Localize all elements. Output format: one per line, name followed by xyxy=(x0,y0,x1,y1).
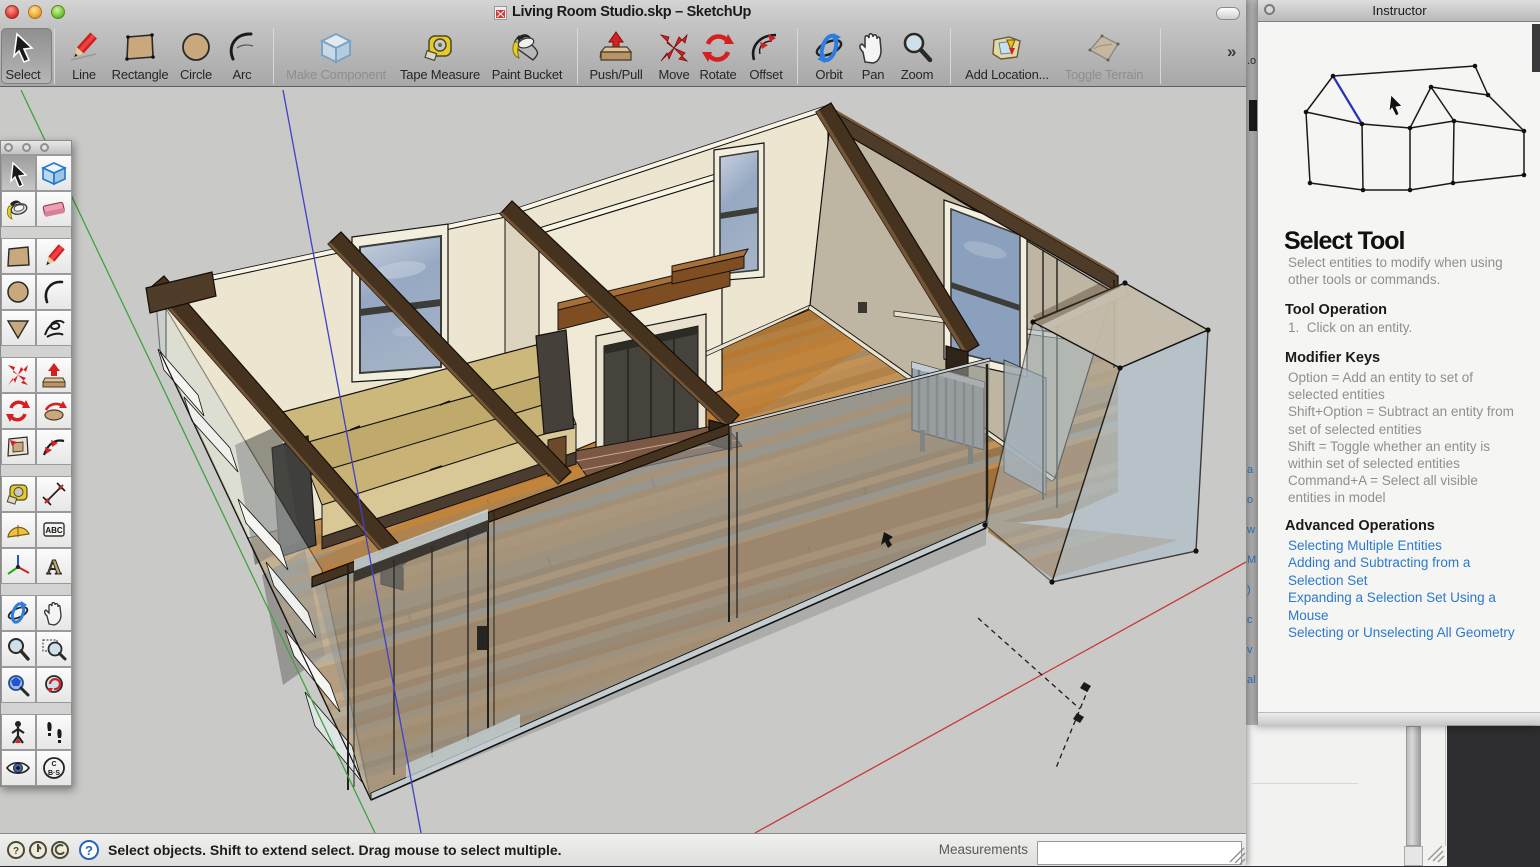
svg-text:?: ? xyxy=(85,843,93,858)
svg-text:A: A xyxy=(46,555,62,579)
svg-text:B·S: B·S xyxy=(47,770,59,777)
svg-text:?: ? xyxy=(13,846,19,857)
svg-text:ABC: ABC xyxy=(45,526,63,535)
svg-text:C: C xyxy=(51,761,56,768)
